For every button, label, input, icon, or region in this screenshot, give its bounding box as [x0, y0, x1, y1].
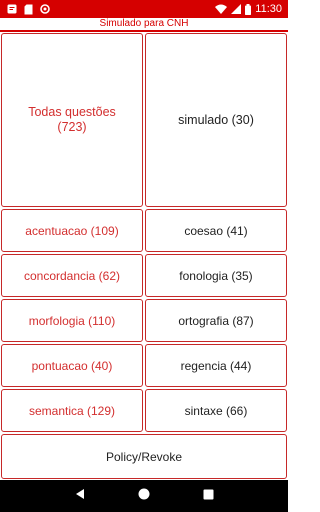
category-grid: Todas questões (723) simulado (30) acent…: [0, 32, 288, 480]
morfologia-button[interactable]: morfologia (110): [1, 299, 143, 342]
acentuacao-label: acentuacao (109): [25, 223, 119, 238]
ortografia-button[interactable]: ortografia (87): [145, 299, 287, 342]
policy-revoke-label: Policy/Revoke: [105, 449, 183, 464]
acentuacao-button[interactable]: acentuacao (109): [1, 209, 143, 252]
status-right-icons: 11:30: [215, 3, 282, 15]
app-title: Simulado para CNH: [99, 18, 189, 29]
simulado-label: simulado (30): [178, 112, 254, 127]
recents-icon: [203, 487, 214, 505]
back-icon: [74, 487, 86, 505]
simulado-button[interactable]: simulado (30): [145, 33, 287, 207]
home-button[interactable]: [136, 488, 152, 504]
sintaxe-label: sintaxe (66): [184, 403, 248, 418]
app-screen: 11:30 Simulado para CNH Todas questões (…: [0, 0, 288, 512]
navigation-bar: [0, 480, 288, 512]
wifi-icon: [215, 4, 228, 14]
all-questions-button[interactable]: Todas questões (723): [1, 33, 143, 207]
policy-revoke-button[interactable]: Policy/Revoke: [1, 434, 287, 479]
all-questions-label-line1: Todas questões: [28, 105, 116, 119]
home-icon: [138, 487, 150, 505]
app-title-bar: Simulado para CNH: [0, 18, 288, 32]
fonologia-button[interactable]: fonologia (35): [145, 254, 287, 297]
coesao-button[interactable]: coesao (41): [145, 209, 287, 252]
status-time: 11:30: [255, 3, 282, 15]
coesao-label: coesao (41): [184, 223, 248, 238]
back-button[interactable]: [72, 488, 88, 504]
recents-button[interactable]: [200, 488, 216, 504]
sd-card-icon: [24, 4, 33, 15]
regencia-button[interactable]: regencia (44): [145, 344, 287, 387]
all-questions-label: Todas questões (723): [28, 105, 116, 135]
all-questions-label-line2: (723): [57, 120, 87, 134]
status-left-icons: [7, 4, 50, 15]
morfologia-label: morfologia (110): [28, 313, 116, 328]
concordancia-button[interactable]: concordancia (62): [1, 254, 143, 297]
status-bar: 11:30: [0, 0, 288, 18]
semantica-button[interactable]: semantica (129): [1, 389, 143, 432]
ortografia-label: ortografia (87): [178, 313, 254, 328]
regencia-label: regencia (44): [180, 358, 252, 373]
sync-icon: [40, 4, 50, 14]
signal-icon: [231, 4, 242, 14]
concordancia-label: concordancia (62): [23, 268, 121, 283]
pontuacao-label: pontuacao (40): [31, 358, 113, 373]
notification-icon: [7, 4, 17, 14]
semantica-label: semantica (129): [28, 403, 116, 418]
battery-icon: [245, 3, 252, 15]
fonologia-label: fonologia (35): [179, 268, 253, 283]
sintaxe-button[interactable]: sintaxe (66): [145, 389, 287, 432]
pontuacao-button[interactable]: pontuacao (40): [1, 344, 143, 387]
